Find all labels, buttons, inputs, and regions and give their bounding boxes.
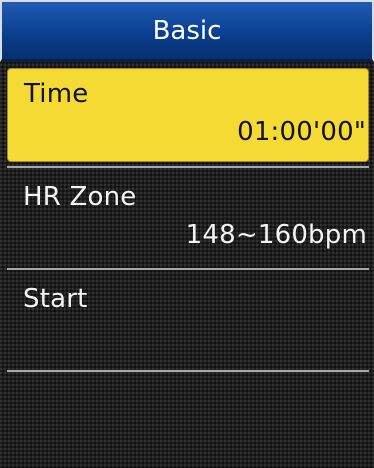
menu-item-hr-zone[interactable]: HR Zone 148~160bpm (7, 172, 369, 266)
divider (7, 370, 369, 372)
menu-item-time[interactable]: Time 01:00'00" (7, 68, 369, 162)
device-screen: Basic Time 01:00'00" HR Zone 148~160bpm … (0, 0, 374, 468)
menu-item-label: Start (23, 284, 88, 314)
menu-item-label: Time (24, 79, 89, 109)
screen-title: Basic (152, 16, 222, 46)
menu-item-start[interactable]: Start (7, 274, 369, 368)
screen-title-bar: Basic (0, 0, 374, 62)
menu-item-value: 01:00'00" (237, 117, 366, 147)
menu-item-value: 148~160bpm (185, 220, 367, 250)
divider (7, 166, 369, 168)
menu-item-label: HR Zone (23, 182, 137, 212)
divider (7, 268, 369, 270)
